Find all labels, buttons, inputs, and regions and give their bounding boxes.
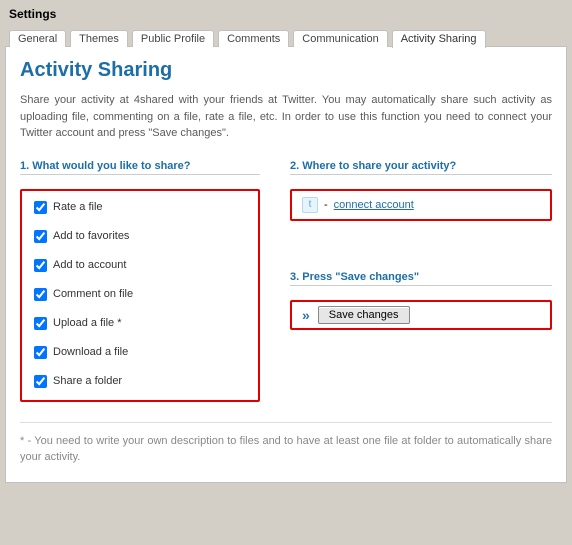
checkbox-icon[interactable]: [34, 259, 47, 272]
checkbox-icon[interactable]: [34, 230, 47, 243]
dash: -: [324, 199, 328, 211]
tab-activity-sharing[interactable]: Activity Sharing: [392, 30, 486, 48]
chk-label: Add to account: [53, 259, 126, 271]
chk-share-folder[interactable]: Share a folder: [34, 375, 246, 388]
chk-add-account[interactable]: Add to account: [34, 259, 246, 272]
chk-label: Comment on file: [53, 288, 133, 300]
panel-description: Share your activity at 4shared with your…: [20, 92, 552, 142]
tab-public-profile[interactable]: Public Profile: [132, 30, 214, 47]
tab-communication[interactable]: Communication: [293, 30, 387, 47]
section2-title: 2. Where to share your activity?: [290, 160, 552, 175]
section3-title: 3. Press "Save changes": [290, 271, 552, 286]
connect-account-link[interactable]: connect account: [334, 199, 414, 211]
tabbar: General Themes Public Profile Comments C…: [9, 29, 567, 47]
connect-account-box: t - connect account: [290, 189, 552, 221]
tab-comments[interactable]: Comments: [218, 30, 289, 47]
chk-upload-file[interactable]: Upload a file *: [34, 317, 246, 330]
chk-add-favorites[interactable]: Add to favorites: [34, 230, 246, 243]
tab-general[interactable]: General: [9, 30, 66, 47]
page-title: Settings: [9, 7, 567, 21]
chk-comment-file[interactable]: Comment on file: [34, 288, 246, 301]
save-changes-button[interactable]: Save changes: [318, 306, 410, 324]
checkbox-icon[interactable]: [34, 346, 47, 359]
share-options: Rate a file Add to favorites Add to acco…: [20, 189, 260, 402]
chk-rate-file[interactable]: Rate a file: [34, 201, 246, 214]
arrows-icon: »: [302, 307, 310, 323]
twitter-icon: t: [302, 197, 318, 213]
footnote-text: * - You need to write your own descripti…: [20, 422, 552, 466]
checkbox-icon[interactable]: [34, 375, 47, 388]
chk-label: Rate a file: [53, 201, 103, 213]
chk-label: Add to favorites: [53, 230, 129, 242]
section1-title: 1. What would you like to share?: [20, 160, 260, 175]
chk-label: Share a folder: [53, 375, 122, 387]
tab-themes[interactable]: Themes: [70, 30, 128, 47]
checkbox-icon[interactable]: [34, 288, 47, 301]
chk-download-file[interactable]: Download a file: [34, 346, 246, 359]
save-changes-box: » Save changes: [290, 300, 552, 330]
chk-label: Upload a file *: [53, 317, 122, 329]
settings-panel: Activity Sharing Share your activity at …: [5, 46, 567, 483]
chk-label: Download a file: [53, 346, 128, 358]
panel-heading: Activity Sharing: [20, 59, 552, 82]
checkbox-icon[interactable]: [34, 317, 47, 330]
checkbox-icon[interactable]: [34, 201, 47, 214]
